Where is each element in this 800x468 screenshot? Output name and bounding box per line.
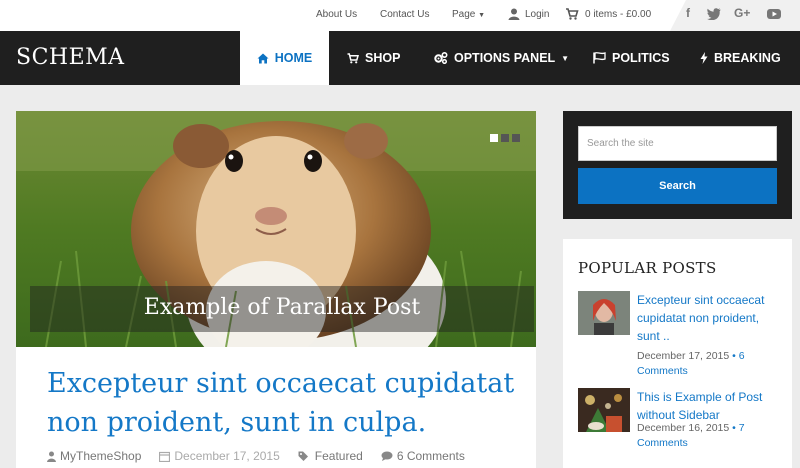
popular-posts-title: POPULAR POSTS <box>578 259 717 277</box>
popular-post-title[interactable]: Excepteur sint occaecat cupidatat non pr… <box>637 291 783 345</box>
cart-icon <box>347 52 359 63</box>
google-plus-icon[interactable]: G+ <box>734 6 750 20</box>
user-icon <box>508 8 520 20</box>
nav-politics-label: POLITICS <box>612 51 670 65</box>
twitter-icon[interactable] <box>707 8 721 20</box>
bolt-icon <box>700 52 708 64</box>
popular-post-item: This is Example of Post without Sidebar … <box>578 388 783 458</box>
caret-down-icon: ▼ <box>478 12 486 19</box>
site-logo[interactable]: SCHEMA <box>16 45 125 70</box>
caret-down-icon: ▼ <box>561 53 570 63</box>
nav-home-label: HOME <box>274 51 313 65</box>
slider-caption[interactable]: Example of Parallax Post <box>30 286 534 332</box>
contact-us-link[interactable]: Contact Us <box>380 9 429 20</box>
slider-pagination <box>490 134 520 142</box>
popular-post-thumbnail[interactable] <box>578 388 630 432</box>
post-date: December 17, 2015 <box>159 449 280 463</box>
slider-dot-active[interactable] <box>490 134 498 142</box>
post-author[interactable]: MyThemeShop <box>47 449 141 463</box>
nav-shop[interactable]: SHOP <box>347 31 400 85</box>
slider-dot[interactable] <box>501 134 509 142</box>
tags-icon <box>298 451 308 461</box>
site-header: SCHEMA HOME SHOP OPTIONS PANEL ▼ POLITIC… <box>0 31 800 85</box>
youtube-icon[interactable] <box>767 8 781 20</box>
user-icon <box>47 451 56 462</box>
post-comments-text: 6 Comments <box>396 449 465 463</box>
flag-icon <box>593 52 606 64</box>
post-date-text: December 17, 2015 <box>174 449 280 463</box>
popular-posts-widget: POPULAR POSTS Excepteur sint occaecat cu… <box>563 239 792 468</box>
gears-icon <box>434 52 448 64</box>
top-bar: About Us Contact Us Page ▼ Login 0 items… <box>0 0 800 31</box>
nav-home[interactable]: HOME <box>240 31 329 85</box>
nav-options-panel-label: OPTIONS PANEL <box>454 51 556 65</box>
nav-breaking[interactable]: BREAKING <box>700 31 781 85</box>
popular-post-date: December 17, 2015 <box>637 350 730 362</box>
about-us-link[interactable]: About Us <box>316 9 357 20</box>
post-title[interactable]: Excepteur sint occaecat cupidatat non pr… <box>47 364 517 442</box>
nav-options-panel[interactable]: OPTIONS PANEL ▼ <box>434 31 569 85</box>
popular-post-item: Excepteur sint occaecat cupidatat non pr… <box>578 291 783 381</box>
facebook-icon[interactable]: f <box>686 6 690 20</box>
popular-post-date: December 16, 2015 <box>637 422 730 434</box>
nav-politics[interactable]: POLITICS <box>593 31 670 85</box>
popular-post-meta: December 17, 2015 • 6 Comments <box>637 349 783 379</box>
cart-icon <box>566 8 579 20</box>
slider-caption-text: Example of Parallax Post <box>143 295 421 320</box>
meta-separator: • <box>732 350 739 362</box>
cart-summary-link[interactable]: 0 items - £0.00 <box>585 9 651 20</box>
search-input[interactable] <box>578 126 777 161</box>
page-menu-link[interactable]: Page ▼ <box>452 9 485 20</box>
popular-post-meta: December 16, 2015 • 7 Comments <box>637 421 783 451</box>
post-category[interactable]: Featured <box>298 449 363 463</box>
post-category-text: Featured <box>314 449 363 463</box>
home-icon <box>257 53 269 63</box>
search-widget: Search <box>563 111 792 219</box>
login-link[interactable]: Login <box>525 9 549 20</box>
page-menu-label: Page <box>452 9 476 20</box>
calendar-icon <box>159 451 171 462</box>
post-meta: MyThemeShop December 17, 2015 Featured 6… <box>47 449 465 463</box>
comments-icon <box>381 451 393 461</box>
nav-breaking-label: BREAKING <box>714 51 781 65</box>
post-comments[interactable]: 6 Comments <box>381 449 465 463</box>
post-card: Excepteur sint occaecat cupidatat non pr… <box>16 347 536 468</box>
slider-dot[interactable] <box>512 134 520 142</box>
nav-shop-label: SHOP <box>365 51 401 65</box>
popular-post-thumbnail[interactable] <box>578 291 630 335</box>
post-author-name: MyThemeShop <box>60 449 142 463</box>
featured-slider[interactable]: Example of Parallax Post <box>16 111 536 347</box>
search-button[interactable]: Search <box>578 168 777 204</box>
popular-post-title[interactable]: This is Example of Post without Sidebar <box>637 388 783 424</box>
meta-separator: • <box>732 422 739 434</box>
